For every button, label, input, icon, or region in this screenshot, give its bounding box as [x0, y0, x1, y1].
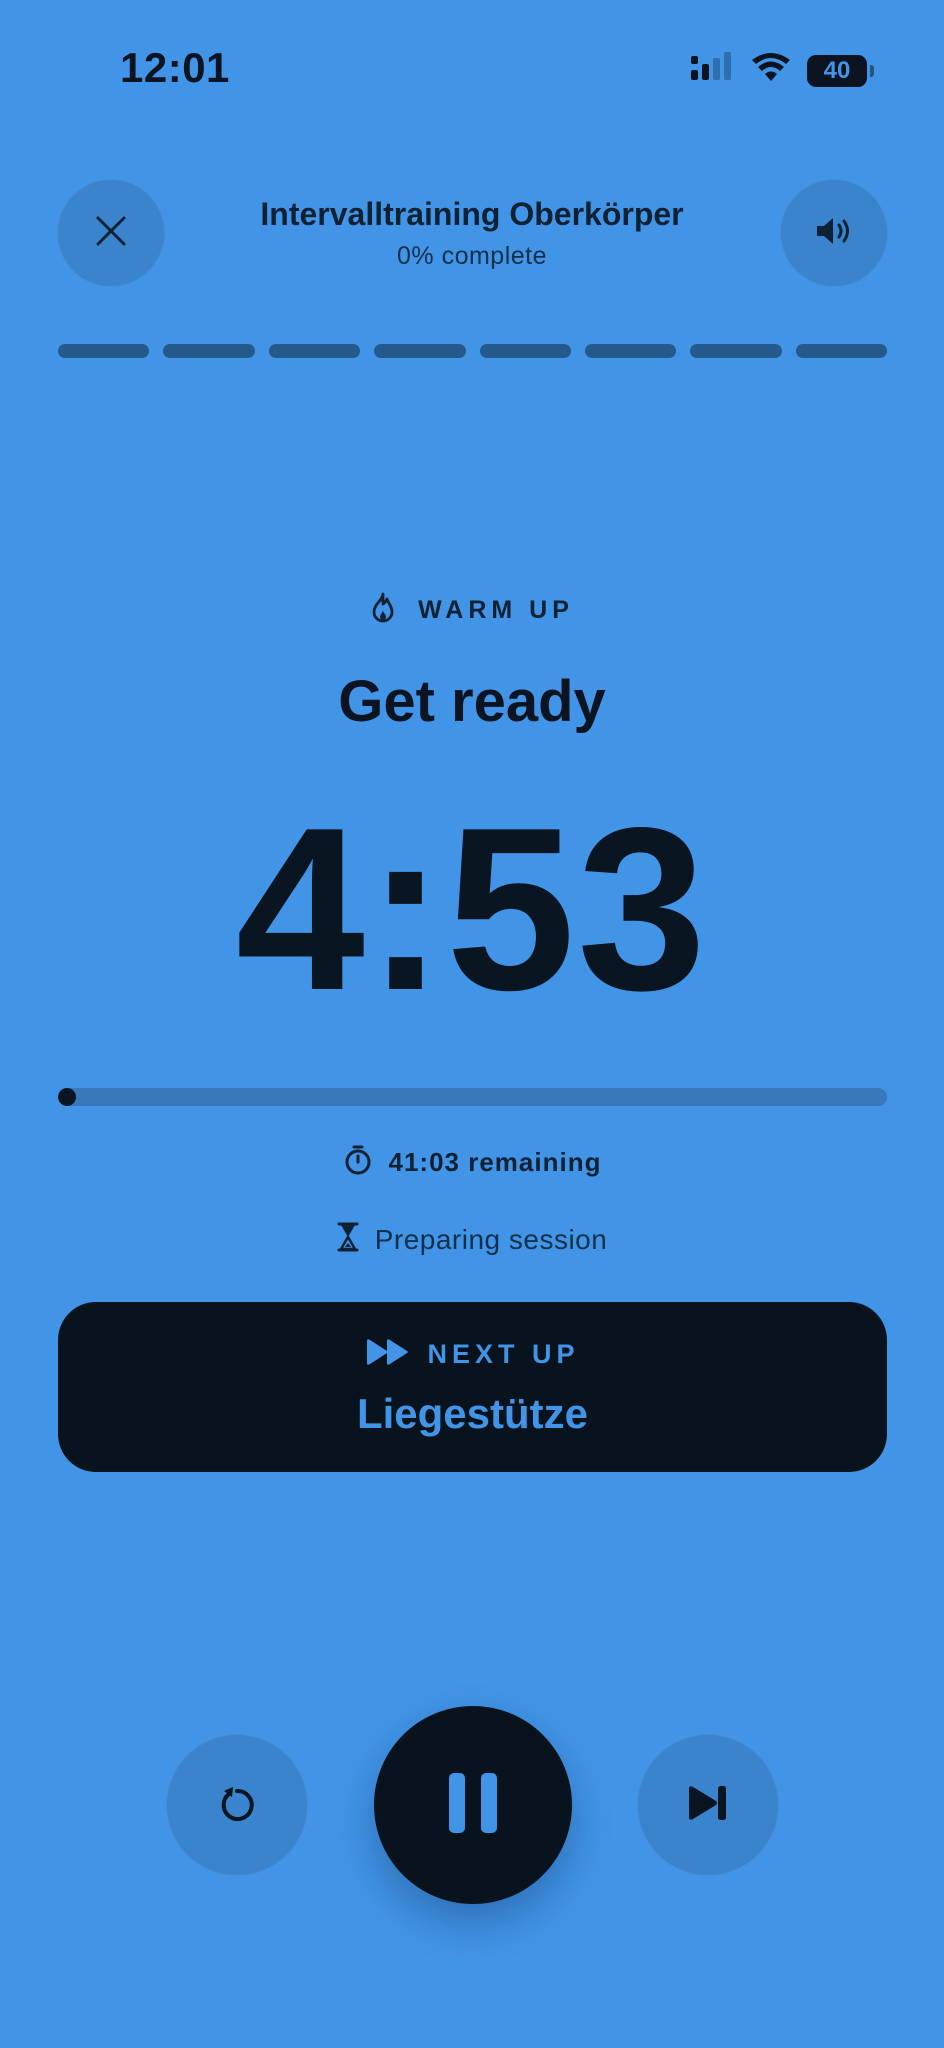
skip-button[interactable]: [637, 1734, 779, 1876]
status-time: 12:01: [120, 44, 230, 91]
pause-button[interactable]: [374, 1706, 572, 1904]
next-up-card[interactable]: NEXT UP Liegestütze: [58, 1302, 887, 1472]
workout-progress-text: 0% complete: [396, 242, 548, 270]
close-button[interactable]: [57, 179, 165, 287]
speaker-icon: [814, 214, 854, 253]
segment: [374, 344, 466, 358]
fast-forward-icon: [365, 1338, 411, 1371]
phase-title: Get ready: [338, 669, 606, 734]
skip-next-icon: [687, 1785, 729, 1826]
pause-icon: [447, 1771, 499, 1840]
segment: [479, 344, 571, 358]
hourglass-icon: [337, 1222, 359, 1257]
flame-icon: [370, 592, 396, 629]
segment: [58, 344, 150, 358]
interval-progress-bar: [58, 1088, 887, 1106]
wifi-icon: [751, 53, 791, 88]
battery-cap: [870, 64, 874, 77]
restart-button[interactable]: [166, 1734, 308, 1876]
session-status: Preparing session: [374, 1223, 608, 1255]
phase-label: WARM UP: [418, 596, 574, 624]
status-row: Preparing session: [0, 1222, 944, 1257]
interval-segments: [58, 344, 887, 358]
signal-icon: [691, 52, 735, 89]
segment: [795, 344, 887, 358]
remaining-time: 41:03 remaining: [388, 1147, 602, 1177]
battery-icon: 40: [807, 54, 874, 87]
remaining-row: 41:03 remaining: [0, 1144, 944, 1181]
segment: [690, 344, 782, 358]
phase-indicator: WARM UP: [0, 592, 944, 629]
restart-icon: [215, 1781, 259, 1830]
segment: [268, 344, 361, 358]
sound-button[interactable]: [780, 179, 888, 287]
next-up-label: NEXT UP: [427, 1339, 580, 1369]
status-icons: 40: [691, 52, 874, 89]
battery-level: 40: [823, 56, 851, 84]
close-icon: [94, 214, 128, 253]
workout-title: Intervalltraining Oberkörper: [260, 196, 684, 232]
interval-progress-fill: [58, 1088, 76, 1106]
segment: [163, 344, 255, 358]
next-up-header: NEXT UP: [58, 1338, 887, 1371]
stopwatch-icon: [343, 1144, 373, 1181]
next-exercise-name: Liegestütze: [356, 1390, 589, 1437]
countdown-timer: 4:53: [235, 780, 709, 1039]
segment: [584, 344, 677, 358]
